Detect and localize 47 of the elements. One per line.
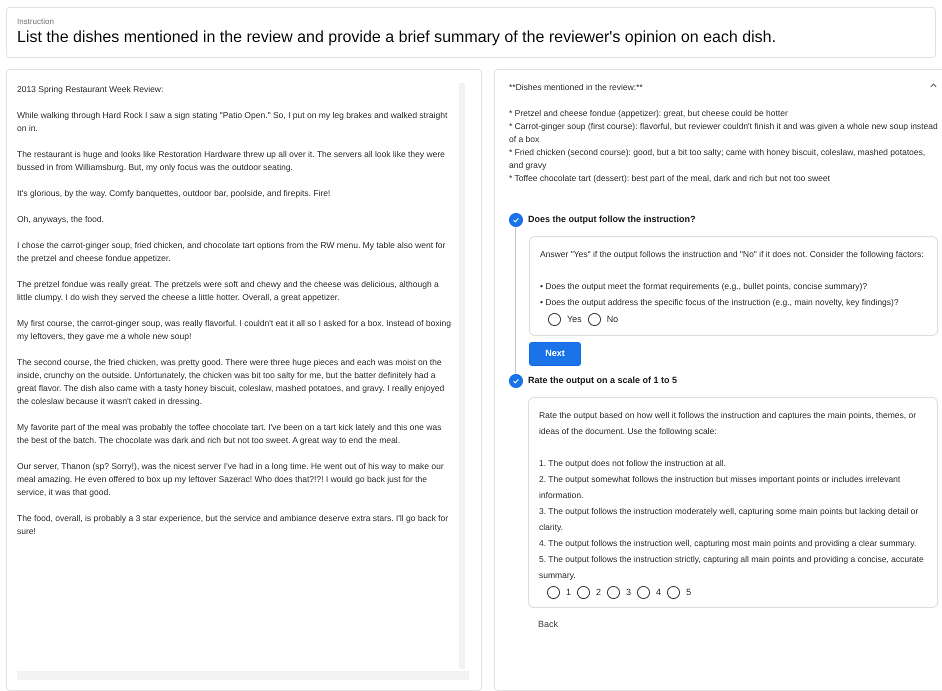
- output-line: * Fried chicken (second course): good, but a bit too salty; came with honey biscuit, coleslaw, mashed potatoes, and gravy: [509, 146, 926, 172]
- review-paragraph: The second course, the fried chicken, was pretty good. There were three huge pieces and each was moist on the inside, crunchy on the outside. Unfortunately, the chicken was bit too salty for me, but the batter definitely had a great flavor. The dish also came with a tasty honey biscuit, coleslaw, mashed potatoes, and gravy. I really enjoyed the coleslaw because it wasn't caked in dressing.: [17, 356, 446, 408]
- step-title: Does the output follow the instruction?: [528, 213, 696, 226]
- radio-button[interactable]: [577, 586, 590, 599]
- question-text: Answer "Yes" if the output follows the instruction and "No" if it does not. Consider the following factors:: [540, 248, 925, 261]
- output-line: * Carrot-ginger soup (first course): flavorful, but reviewer couldn't finish it and was given a whole new soup instead of a box: [509, 120, 938, 146]
- review-paragraph: It's glorious, by the way. Comfy banquettes, outdoor bar, poolside, and firepits. Fire!: [17, 187, 332, 200]
- radio-button[interactable]: [548, 313, 561, 326]
- criterion-text: • Does the output meet the format requirements (e.g., bullet points, concise summary)?: [540, 280, 868, 293]
- criterion-text: 3. The output follows the instruction moderately well, capturing some main points but lacking detail or clarity.: [539, 504, 920, 534]
- next-button[interactable]: Next: [529, 342, 581, 366]
- output-heading: **Dishes mentioned in the review:**: [509, 81, 643, 93]
- radio-option[interactable]: 3: [607, 586, 632, 599]
- radio-button[interactable]: [667, 586, 680, 599]
- review-paragraph: The food, overall, is probably a 3 star experience, but the service and ambiance deserve extra stars. I'll go back for sure!: [17, 512, 450, 538]
- instruction-text: List the dishes mentioned in the review and provide a brief summary of the reviewer's opinion on each dish.: [17, 28, 778, 48]
- radio-button[interactable]: [588, 313, 601, 326]
- question-text: Rate the output based on how well it follows the instruction and captures the main points, themes, or ideas of the document. Use the following scale:: [539, 408, 918, 438]
- radio-button[interactable]: [607, 586, 620, 599]
- collapse-chevron-icon[interactable]: [929, 81, 938, 90]
- radio-option[interactable]: No: [588, 313, 618, 326]
- output-line: * Toffee chocolate tart (dessert): best part of the meal, dark and rich but not too sweet: [509, 172, 831, 185]
- radio-option[interactable]: 4: [637, 586, 662, 599]
- radio-option[interactable]: Yes: [548, 313, 582, 326]
- criterion-text: 1. The output does not follow the instruction at all.: [539, 456, 727, 470]
- criterion-text: 4. The output follows the instruction well, capturing most main points and providing a clear summary.: [539, 536, 918, 550]
- review-paragraph: Oh, anyways, the food.: [17, 213, 105, 226]
- instruction-label: Instruction: [17, 16, 55, 27]
- criterion-text: 5. The output follows the instruction strictly, capturing all main points and providing a concise, accurate summary.: [539, 552, 925, 582]
- criterion-text: • Does the output address the specific focus of the instruction (e.g., main novelty, key findings)?: [540, 296, 900, 309]
- review-paragraph: While walking through Hard Rock I saw a sign stating "Patio Open." So, I put on my leg brakes and walked straight on in.: [17, 109, 448, 135]
- review-paragraph: I chose the carrot-ginger soup, fried chicken, and chocolate tart options from the RW menu. My table also went for the pretzel and cheese fondue appetizer.: [17, 239, 446, 265]
- review-paragraph: 2013 Spring Restaurant Week Review:: [17, 83, 164, 96]
- review-paragraph: My first course, the carrot-ginger soup, was really flavorful. I couldn't eat it all so I asked for a box. Instead of boxing my leftovers, they gave me a whole new soup!: [17, 317, 452, 343]
- radio-option[interactable]: 5: [667, 586, 692, 599]
- review-paragraph: My favorite part of the meal was probably the toffee chocolate tart. I've been on a tart kick lately and this one was the best of the batch. The chocolate was dark and rich but not too sweet. A great way to end the meal.: [17, 421, 442, 447]
- criterion-text: 2. The output somewhat follows the instruction but misses important points or includes irrelevant information.: [539, 472, 902, 502]
- radio-option[interactable]: 1: [547, 586, 572, 599]
- output-line: * Pretzel and cheese fondue (appetizer): great, but cheese could be hotter: [509, 107, 789, 120]
- radio-button[interactable]: [547, 586, 560, 599]
- back-button[interactable]: Back: [538, 618, 558, 632]
- review-paragraph: The pretzel fondue was really great. The pretzels were soft and chewy and the cheese was delicious, although a little clumpy. I do wish they served the cheese a little hotter. Overall, a great appetizer.: [17, 278, 440, 304]
- radio-button[interactable]: [637, 586, 650, 599]
- review-paragraph: The restaurant is huge and looks like Restoration Hardware threw up all over it. The servers all look like they were bussed in from Williamsburg. But, my only focus was the outdoor seating.: [17, 148, 446, 174]
- step-title: Rate the output on a scale of 1 to 5: [528, 374, 678, 387]
- review-paragraph: Our server, Thanon (sp? Sorry!), was the nicest server I've had in a long time. He went out of his way to make our meal amazing. He even offered to box up my leftover Sazerac! Who does that?!?! I would go back just for the service, it was that good.: [17, 460, 445, 499]
- radio-option[interactable]: 2: [577, 586, 602, 599]
